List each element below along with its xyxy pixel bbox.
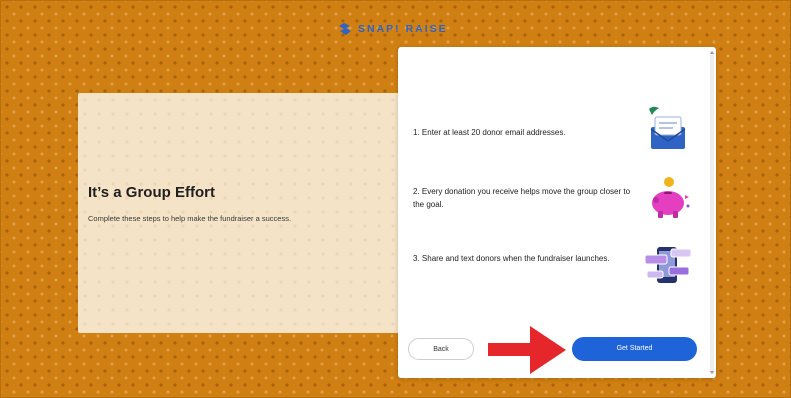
- step-text: Every donation you receive helps move th…: [413, 187, 631, 209]
- scroll-up-arrow-icon[interactable]: [710, 51, 714, 54]
- scroll-down-arrow-icon[interactable]: [710, 371, 714, 374]
- get-started-button[interactable]: Get Started: [572, 337, 697, 361]
- red-arrow-icon: [488, 326, 566, 374]
- step-text: Share and text donors when the fundraise…: [421, 254, 610, 263]
- step-item-2: 2. Every donation you receive helps move…: [413, 185, 633, 211]
- card-scrollbar[interactable]: [710, 51, 714, 374]
- intro-panel: It’s a Group Effort Complete these steps…: [78, 93, 400, 333]
- step-item-1: 1. Enter at least 20 donor email address…: [413, 126, 633, 139]
- step-number: 3.: [413, 254, 420, 263]
- step-item-3: 3. Share and text donors when the fundra…: [413, 252, 633, 265]
- piggy-bank-icon: [652, 177, 690, 218]
- brand-header: SNAP! RAISE: [337, 21, 448, 37]
- intro-title: It’s a Group Effort: [88, 184, 215, 201]
- back-button[interactable]: Back: [408, 338, 474, 360]
- step-number: 1.: [413, 128, 420, 137]
- step-number: 2.: [413, 187, 420, 196]
- intro-subtitle: Complete these steps to help make the fu…: [88, 214, 292, 223]
- envelope-letter-icon: [649, 106, 686, 149]
- brand-name: SNAP! RAISE: [358, 23, 448, 35]
- phone-share-icon: [644, 247, 692, 283]
- step-text: Enter at least 20 donor email addresses.: [421, 128, 566, 137]
- snap-raise-logo-icon: [339, 23, 351, 35]
